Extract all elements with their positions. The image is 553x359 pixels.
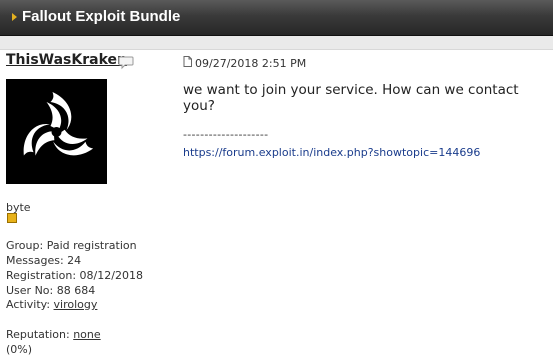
post-date-text: 09/27/2018 2:51 PM bbox=[195, 56, 307, 70]
signature-link[interactable]: https://forum.exploit.in/index.php?showt… bbox=[183, 146, 480, 159]
avatar[interactable] bbox=[6, 79, 107, 184]
user-registration: Registration: 08/12/2018 bbox=[6, 269, 143, 282]
document-icon bbox=[183, 56, 192, 70]
post-date: 09/27/2018 2:51 PM bbox=[183, 56, 306, 70]
author-username[interactable]: ThisWasKraken bbox=[6, 52, 127, 68]
activity-label: Activity: bbox=[6, 298, 51, 311]
reputation-percent: (0%) bbox=[6, 343, 33, 356]
activity-link[interactable]: virology bbox=[54, 298, 98, 311]
post-message: we want to join your service. How can we… bbox=[183, 82, 519, 114]
reputation-link[interactable]: none bbox=[73, 328, 100, 341]
subheader-bar bbox=[0, 36, 553, 50]
topic-title-bar: Fallout Exploit Bundle bbox=[0, 0, 553, 36]
user-reputation: Reputation: none bbox=[6, 328, 101, 341]
reputation-label: Reputation: bbox=[6, 328, 70, 341]
user-messages: Messages: 24 bbox=[6, 254, 82, 267]
rank-pip-icon bbox=[7, 213, 17, 223]
topic-title: Fallout Exploit Bundle bbox=[22, 8, 181, 25]
speech-bubble-icon[interactable] bbox=[118, 55, 134, 74]
signature-separator: -------------------- bbox=[183, 128, 269, 141]
arrow-right-icon bbox=[12, 13, 17, 21]
user-activity: Activity: virology bbox=[6, 298, 97, 311]
triquetra-logo bbox=[6, 79, 107, 184]
user-group: Group: Paid registration bbox=[6, 239, 137, 252]
user-number: User No: 88 684 bbox=[6, 284, 96, 297]
